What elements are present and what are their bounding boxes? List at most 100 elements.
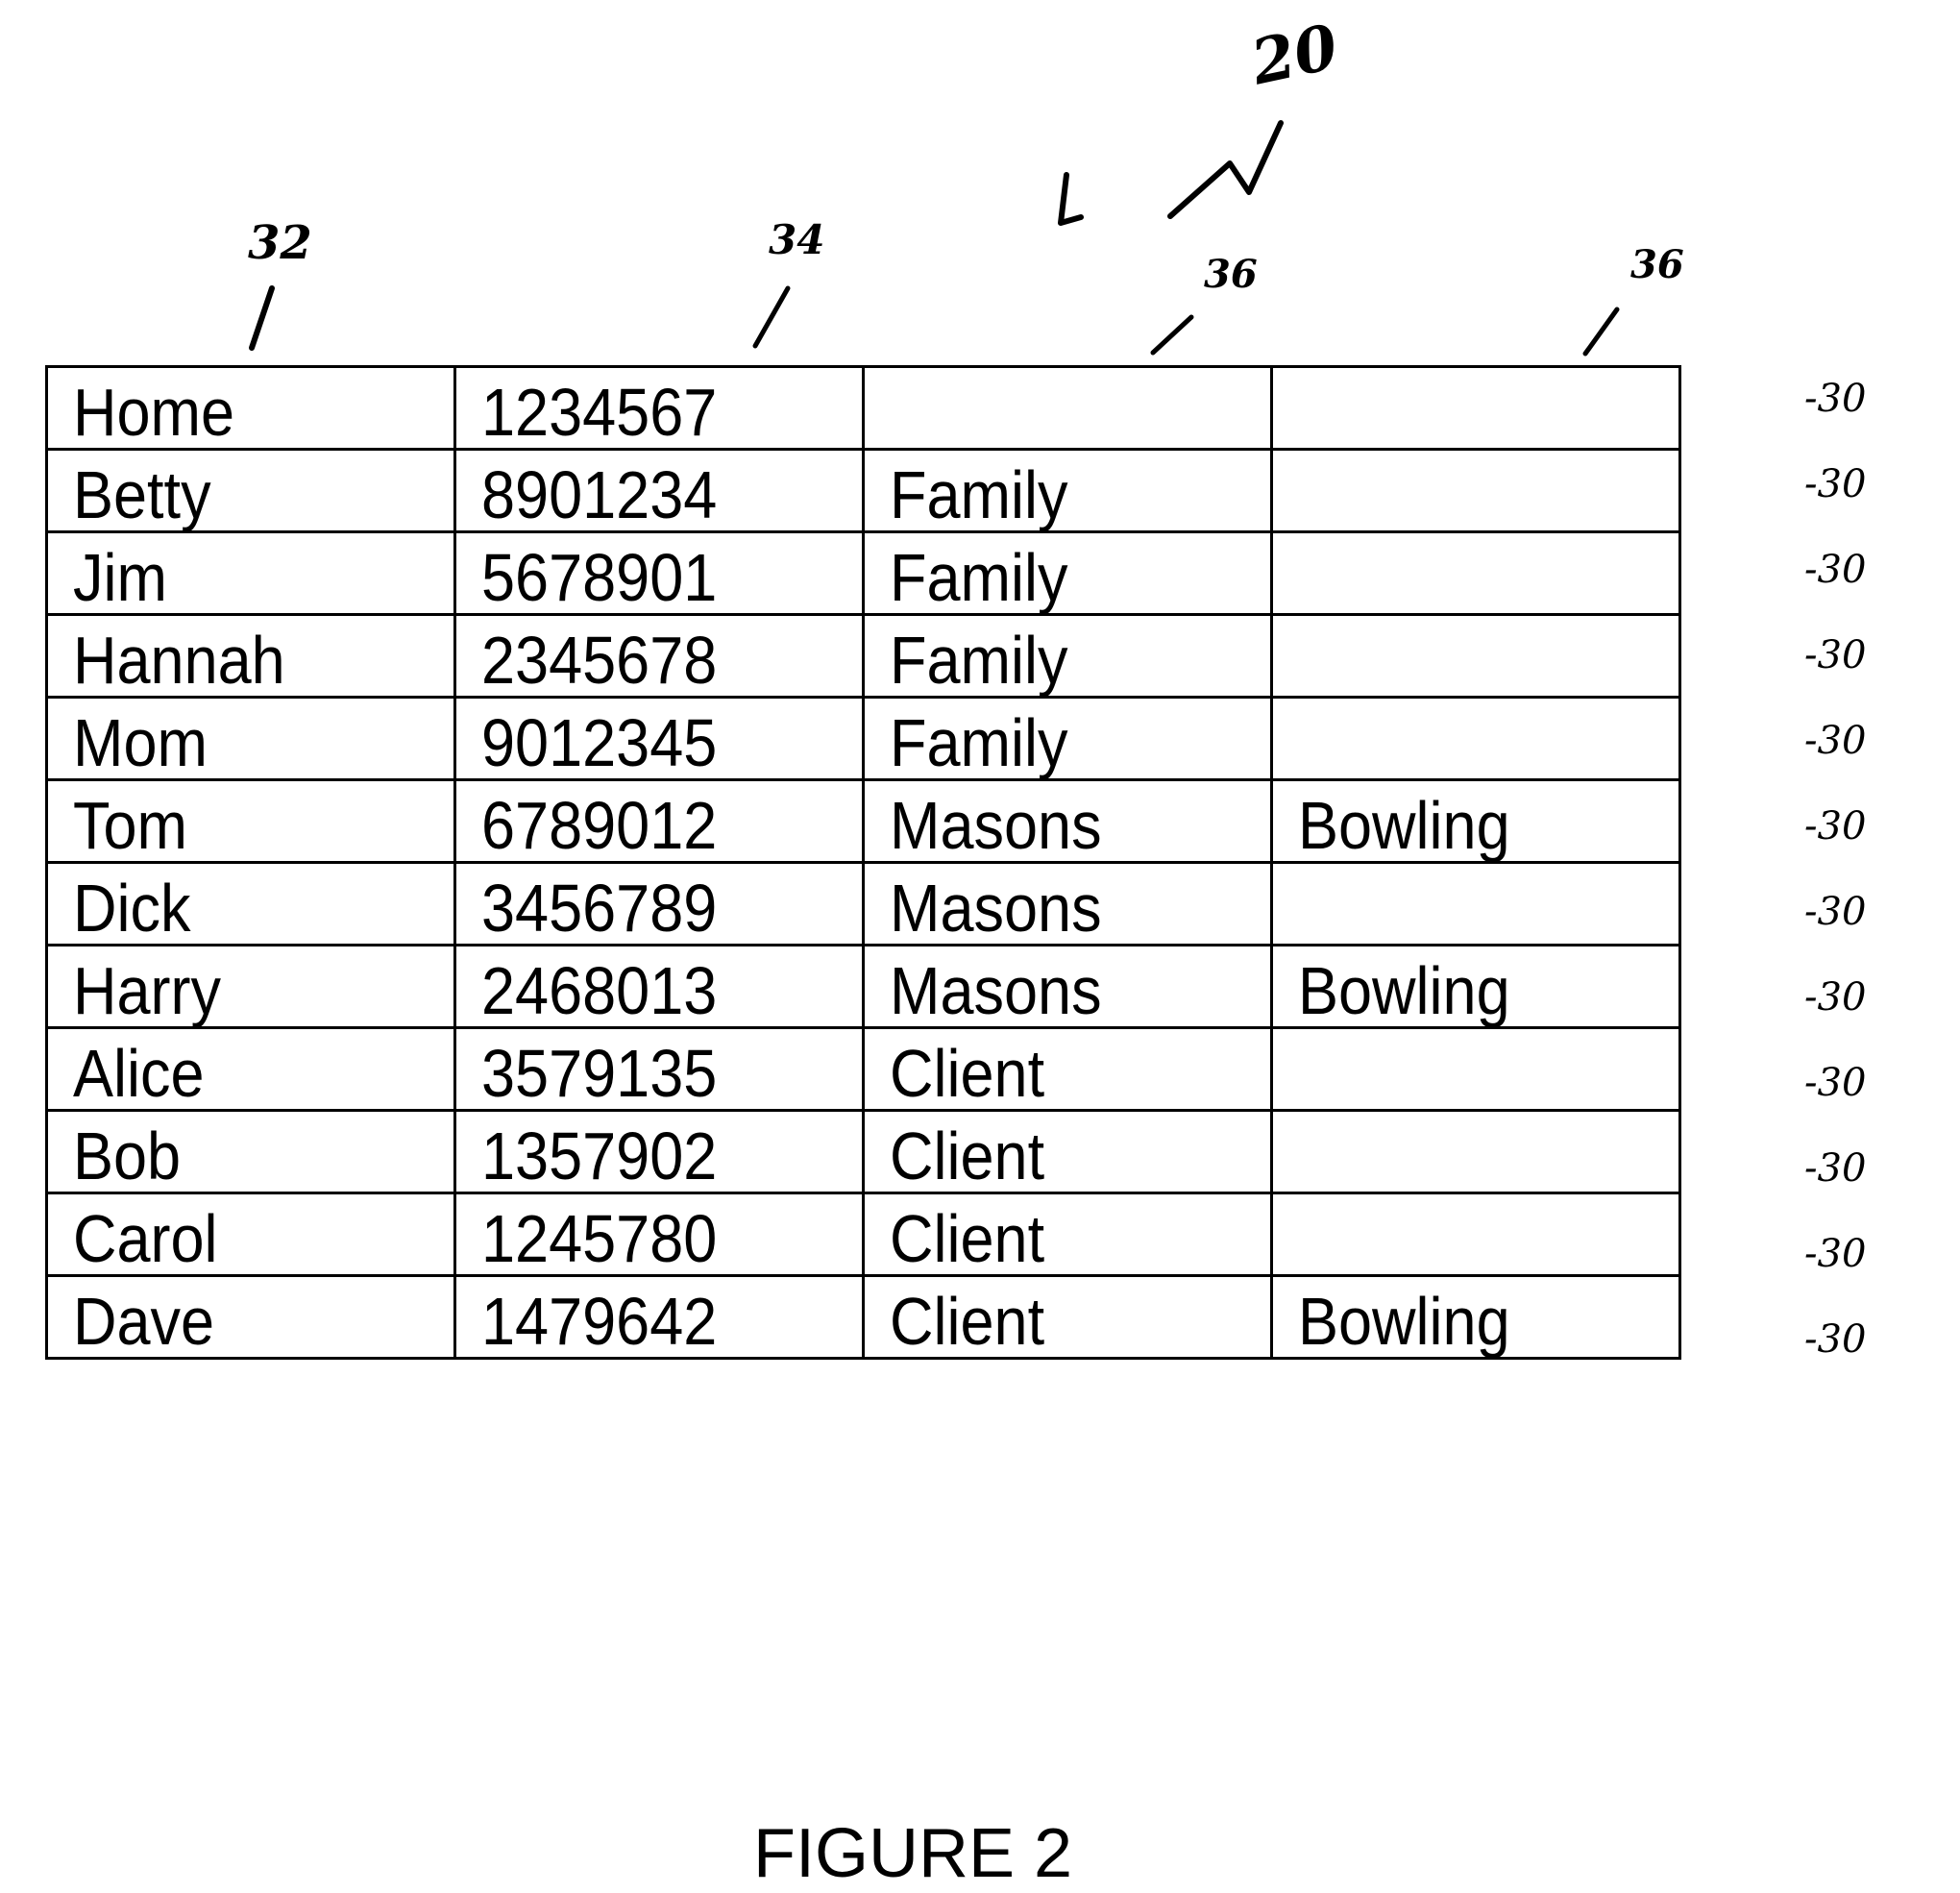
name-cell-text: Betty — [73, 456, 211, 532]
group-1-cell: Masons — [862, 778, 1273, 864]
group-1-cell: Client — [862, 1026, 1273, 1112]
group-1-cell-text: Family — [890, 456, 1068, 532]
group-2-cell: Bowling — [1270, 944, 1681, 1029]
number-cell: 6789012 — [453, 778, 865, 864]
group-1-cell: Client — [862, 1109, 1273, 1194]
name-cell-text: Dave — [73, 1283, 215, 1359]
number-cell-text: 2345678 — [481, 622, 718, 698]
name-cell: Tom — [45, 778, 456, 864]
row-ref-numeral-30: -30 — [1804, 462, 1867, 506]
number-cell: 8901234 — [453, 448, 865, 533]
group-2-cell — [1270, 1109, 1681, 1194]
number-cell-text: 3456789 — [481, 870, 718, 946]
ref-numeral-36-first: 36 — [1204, 252, 1258, 297]
contact-group-table: Home 1234567 Betty 8901234 Family Jim 5678901 F… — [45, 365, 1681, 1360]
group-1-cell: Family — [862, 530, 1273, 616]
number-cell-text: 1479642 — [481, 1283, 718, 1359]
group-2-cell-text: Bowling — [1298, 1283, 1510, 1359]
row-ref-numeral-30: -30 — [1804, 975, 1867, 1020]
row-ref-numeral-30: -30 — [1804, 377, 1867, 421]
group-2-cell — [1270, 448, 1681, 533]
group-2-cell — [1270, 861, 1681, 946]
table-row: Harry 2468013 Masons Bowling — [45, 944, 1681, 1029]
leader-line-32 — [249, 285, 275, 351]
arrow-20-head-icon — [1058, 172, 1084, 226]
group-2-cell — [1270, 613, 1681, 699]
group-2-cell — [1270, 696, 1681, 781]
row-ref-numeral-30: -30 — [1804, 890, 1867, 934]
number-cell-text: 9012345 — [481, 704, 718, 780]
group-1-cell: Masons — [862, 861, 1273, 946]
table-row: Home 1234567 — [45, 365, 1681, 451]
group-2-cell — [1270, 1192, 1681, 1277]
number-cell: 9012345 — [453, 696, 865, 781]
group-2-cell: Bowling — [1270, 1274, 1681, 1360]
group-1-cell-text: Masons — [890, 870, 1102, 946]
number-cell: 3456789 — [453, 861, 865, 946]
arrow-20-icon — [1167, 120, 1284, 219]
number-cell-text: 1357902 — [481, 1118, 718, 1193]
number-cell-text: 3579135 — [481, 1035, 718, 1111]
name-cell: Jim — [45, 530, 456, 616]
ref-numeral-34: 34 — [769, 216, 825, 263]
group-1-cell: Family — [862, 448, 1273, 533]
row-ref-numeral-30: -30 — [1804, 633, 1867, 677]
row-ref-numeral-30: -30 — [1804, 1146, 1867, 1191]
name-cell: Dave — [45, 1274, 456, 1360]
table-row: Mom 9012345 Family — [45, 696, 1681, 781]
name-cell: Carol — [45, 1192, 456, 1277]
leader-line-36a — [1150, 314, 1194, 356]
name-cell-text: Dick — [73, 870, 191, 946]
table-row: Dave 1479642 Client Bowling — [45, 1274, 1681, 1360]
number-cell: 2345678 — [453, 613, 865, 699]
name-cell-text: Jim — [73, 539, 167, 615]
row-ref-numeral-30: -30 — [1804, 1317, 1867, 1362]
name-cell: Mom — [45, 696, 456, 781]
group-1-cell — [862, 365, 1273, 451]
group-1-cell-text: Family — [890, 539, 1068, 615]
table-row: Bob 1357902 Client — [45, 1109, 1681, 1194]
ref-numeral-32: 32 — [248, 216, 312, 270]
name-cell: Home — [45, 365, 456, 451]
leader-line-34 — [752, 285, 791, 349]
number-cell: 5678901 — [453, 530, 865, 616]
group-1-cell-text: Client — [890, 1118, 1045, 1193]
number-cell: 1357902 — [453, 1109, 865, 1194]
group-2-cell-text: Bowling — [1298, 787, 1510, 863]
number-cell-text: 1234567 — [481, 374, 718, 450]
group-2-cell — [1270, 1026, 1681, 1112]
name-cell: Bob — [45, 1109, 456, 1194]
table-row: Jim 5678901 Family — [45, 530, 1681, 616]
name-cell-text: Tom — [73, 787, 188, 863]
number-cell: 2468013 — [453, 944, 865, 1029]
group-2-cell: Bowling — [1270, 778, 1681, 864]
figure-caption: FIGURE 2 — [752, 1815, 1073, 1892]
group-1-cell-text: Client — [890, 1035, 1045, 1111]
group-2-cell-text: Bowling — [1298, 952, 1510, 1028]
name-cell-text: Home — [73, 374, 235, 450]
group-1-cell-text: Family — [890, 704, 1068, 780]
name-cell: Dick — [45, 861, 456, 946]
table-row: Hannah 2345678 Family — [45, 613, 1681, 699]
row-ref-numeral-30: -30 — [1804, 719, 1867, 763]
group-1-cell-text: Masons — [890, 952, 1102, 1028]
name-cell-text: Carol — [73, 1200, 218, 1276]
group-1-cell-text: Client — [890, 1283, 1045, 1359]
number-cell-text: 6789012 — [481, 787, 718, 863]
number-cell: 1234567 — [453, 365, 865, 451]
group-1-cell-text: Masons — [890, 787, 1102, 863]
number-cell: 1479642 — [453, 1274, 865, 1360]
name-cell: Hannah — [45, 613, 456, 699]
group-2-cell — [1270, 530, 1681, 616]
group-1-cell: Client — [862, 1192, 1273, 1277]
name-cell-text: Hannah — [73, 622, 285, 698]
number-cell-text: 8901234 — [481, 456, 718, 532]
number-cell-text: 1245780 — [481, 1200, 718, 1276]
name-cell-text: Harry — [73, 952, 221, 1028]
table-row: Tom 6789012 Masons Bowling — [45, 778, 1681, 864]
leader-line-36b — [1582, 307, 1620, 356]
table-row: Betty 8901234 Family — [45, 448, 1681, 533]
number-cell-text: 5678901 — [481, 539, 718, 615]
group-1-cell: Family — [862, 613, 1273, 699]
name-cell-text: Alice — [73, 1035, 205, 1111]
